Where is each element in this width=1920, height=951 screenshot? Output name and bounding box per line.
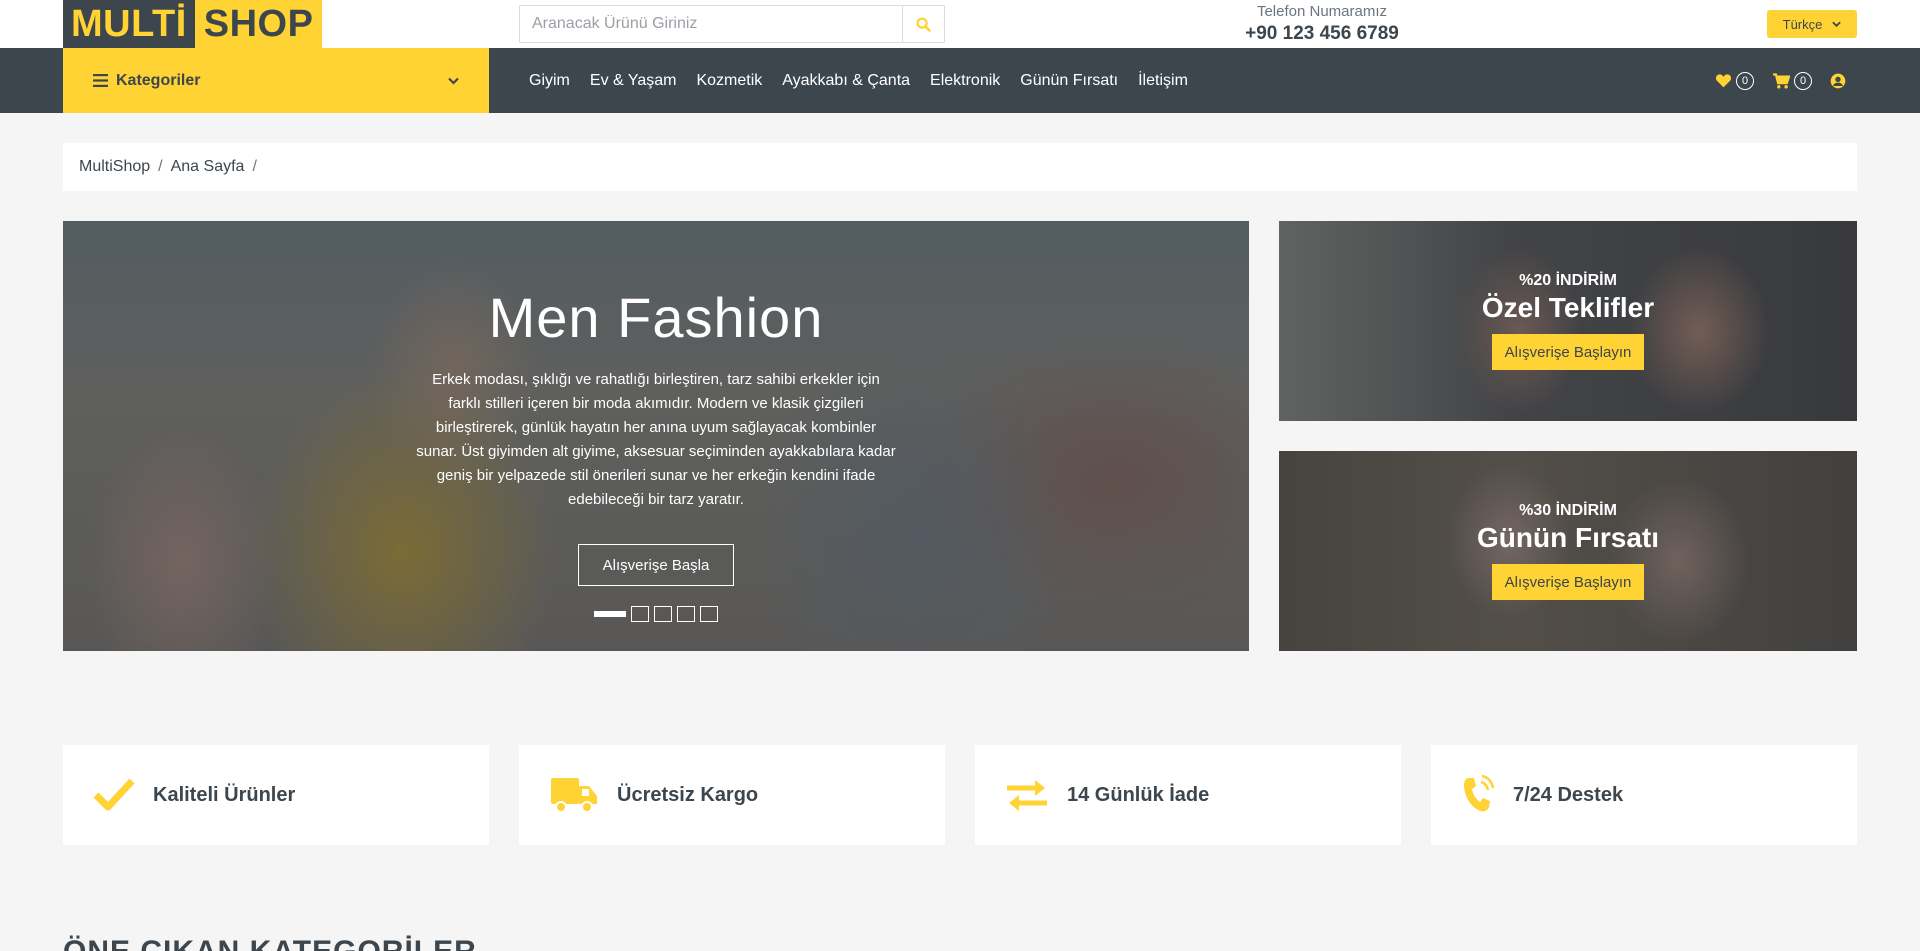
cart-icon xyxy=(1773,72,1790,88)
carousel-dot-4[interactable] xyxy=(677,606,695,622)
phone-number: +90 123 456 6789 xyxy=(1245,23,1399,44)
carousel-dot-2[interactable] xyxy=(631,606,649,622)
chevron-down-icon xyxy=(448,77,459,85)
hero-carousel: Men Fashion Erkek modası, şıklığı ve rah… xyxy=(63,221,1249,651)
check-icon xyxy=(93,778,135,811)
carousel-dot-1[interactable] xyxy=(594,611,626,617)
chevron-down-icon xyxy=(1832,21,1842,27)
user-circle-icon xyxy=(1830,73,1846,88)
phone-label: Telefon Numaramız xyxy=(1256,3,1388,20)
section-title: ÖNE ÇIKAN KATEGORİLER xyxy=(63,935,477,951)
nav-item-ayakkabi-canta[interactable]: Ayakkabı & Çanta xyxy=(782,72,910,90)
offer-card: %20 İNDİRİM Özel Teklifler Alışverişe Ba… xyxy=(1279,221,1857,421)
offer-discount: %20 İNDİRİM xyxy=(1519,272,1617,289)
offer-title: Özel Teklifler xyxy=(1481,292,1655,323)
cart-count: 0 xyxy=(1794,71,1812,90)
hero-title: Men Fashion xyxy=(488,286,824,349)
offer-discount: %30 İNDİRİM xyxy=(1519,502,1617,519)
phone-info: Telefon Numaramız +90 123 456 6789 xyxy=(1160,2,1484,46)
breadcrumb: MultiShop / Ana Sayfa / xyxy=(63,143,1857,191)
feature-label: Kaliteli Ürünler xyxy=(153,783,296,806)
menu-icon xyxy=(93,74,108,87)
nav-item-kozmetik[interactable]: Kozmetik xyxy=(696,72,762,90)
nav-item-ev-yasam[interactable]: Ev & Yaşam xyxy=(590,72,677,90)
hero-shop-button[interactable]: Alışverişe Başla xyxy=(577,544,735,586)
offer-card: %30 İNDİRİM Günün Fırsatı Alışverişe Baş… xyxy=(1279,451,1857,651)
account-button[interactable] xyxy=(1830,73,1846,89)
nav-item-gunun-firsati[interactable]: Günün Fırsatı xyxy=(1020,72,1118,90)
offer-title: Günün Fırsatı xyxy=(1477,522,1659,553)
carousel-dot-3[interactable] xyxy=(654,606,672,622)
main-menu: Giyim Ev & Yaşam Kozmetik Ayakkabı & Çan… xyxy=(529,48,1188,113)
feature-card: 7/24 Destek xyxy=(1431,745,1857,845)
truck-icon xyxy=(551,778,597,813)
language-label: Türkçe xyxy=(1782,16,1823,32)
search-icon xyxy=(916,16,931,32)
search-input[interactable] xyxy=(520,6,902,42)
phone-volume-icon xyxy=(1464,774,1495,812)
logo-part-1: MULTİ xyxy=(63,0,195,48)
breadcrumb-separator: / xyxy=(252,158,257,175)
navbar: Kategoriler Giyim Ev & Yaşam Kozmetik Ay… xyxy=(0,48,1920,113)
language-select[interactable]: Türkçe xyxy=(1767,10,1857,38)
wishlist-button[interactable]: 0 xyxy=(1715,71,1754,90)
nav-icons: 0 0 xyxy=(1715,48,1846,113)
categories-label: Kategoriler xyxy=(116,71,201,89)
top-bar: MULTİ SHOP Telefon Numaramız +90 123 456… xyxy=(0,0,1920,48)
offer-shop-button[interactable]: Alışverişe Başlayın xyxy=(1491,334,1645,370)
feature-label: Ücretsiz Kargo xyxy=(617,783,759,806)
breadcrumb-page[interactable]: Ana Sayfa xyxy=(171,158,245,176)
nav-item-giyim[interactable]: Giyim xyxy=(529,72,570,90)
exchange-icon xyxy=(1007,780,1047,811)
nav-item-elektronik[interactable]: Elektronik xyxy=(930,72,1000,90)
logo[interactable]: MULTİ SHOP xyxy=(63,0,323,48)
logo-part-2: SHOP xyxy=(194,0,323,48)
feature-card: Ücretsiz Kargo xyxy=(519,745,945,845)
breadcrumb-home[interactable]: MultiShop xyxy=(79,158,150,176)
feature-label: 7/24 Destek xyxy=(1513,783,1624,806)
categories-toggle[interactable]: Kategoriler xyxy=(63,48,489,113)
carousel-dot-5[interactable] xyxy=(700,606,718,622)
breadcrumb-separator: / xyxy=(158,158,163,175)
feature-card: Kaliteli Ürünler xyxy=(63,745,489,845)
hero-text: Erkek modası, şıklığı ve rahatlığı birle… xyxy=(416,371,896,508)
nav-item-iletisim[interactable]: İletişim xyxy=(1138,72,1188,90)
carousel-indicators xyxy=(594,606,718,622)
wishlist-count: 0 xyxy=(1736,71,1754,90)
search-form xyxy=(519,5,945,43)
feature-card: 14 Günlük İade xyxy=(975,745,1401,845)
heart-icon xyxy=(1715,74,1732,88)
feature-label: 14 Günlük İade xyxy=(1067,783,1210,806)
cart-button[interactable]: 0 xyxy=(1772,71,1812,90)
offer-shop-button[interactable]: Alışverişe Başlayın xyxy=(1491,564,1645,600)
search-button[interactable] xyxy=(902,6,944,42)
